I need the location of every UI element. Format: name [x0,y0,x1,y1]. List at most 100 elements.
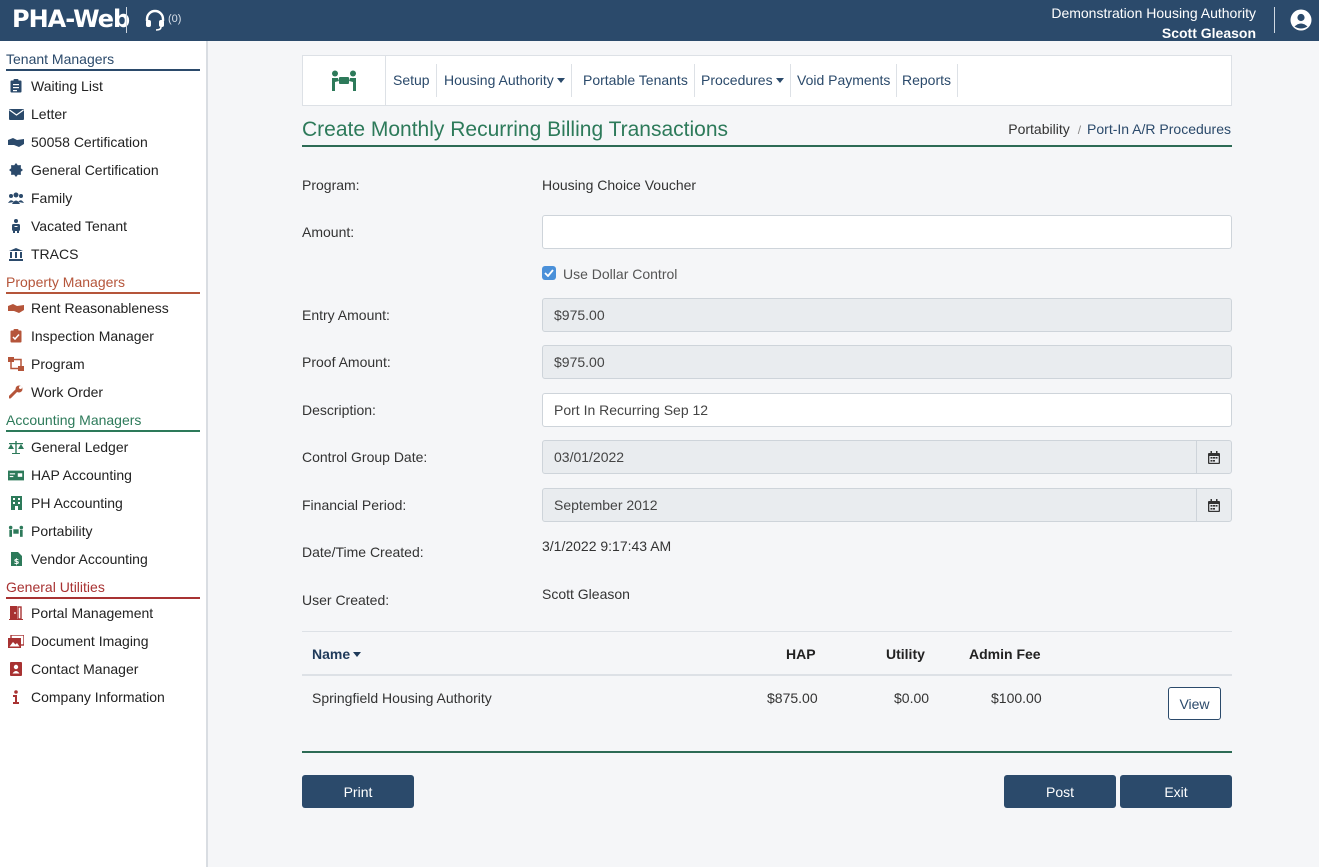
nav-housing-authority[interactable]: Housing Authority [438,64,572,97]
sidebar-item-label: General Ledger [31,439,129,455]
handshake-icon [8,300,24,316]
nav-label: Setup [393,72,430,88]
sidebar-item-label: Document Imaging [31,633,149,649]
sidebar-item-label: Vacated Tenant [31,218,128,234]
sidebar-item-letter[interactable]: Letter [8,103,198,125]
sidebar-item-vacated-tenant[interactable]: Vacated Tenant [8,215,198,237]
control-group-date-calendar-button[interactable] [1196,440,1232,474]
table-bottom-divider [302,751,1232,753]
sidebar-item-vendor-accounting[interactable]: $ Vendor Accounting [8,548,198,570]
entry-amount-label: Entry Amount: [302,307,390,323]
breadcrumb-portability[interactable]: Portability [1008,121,1069,137]
sidebar-item-label: Vendor Accounting [31,551,148,567]
amount-input[interactable] [542,215,1232,249]
title-divider [302,145,1232,147]
print-button[interactable]: Print [302,775,414,808]
post-button[interactable]: Post [1004,775,1116,808]
door-open-icon [8,605,24,621]
nav-void-payments[interactable]: Void Payments [791,64,898,97]
calendar-icon [1208,450,1220,464]
breadcrumb-current[interactable]: Port-In A/R Procedures [1087,121,1231,137]
headset-icon[interactable] [143,8,167,32]
sidebar-item-family[interactable]: Family [8,187,198,209]
sort-caret-icon [353,651,362,657]
sidebar-item-general-ledger[interactable]: General Ledger [8,436,198,458]
entry-amount-field: $975.00 [542,298,1232,332]
nav-label: Housing Authority [444,72,554,88]
app-logo[interactable]: PHA-Web [12,5,130,33]
address-book-icon [8,661,24,677]
breadcrumb: Portability / Port-In A/R Procedures [1008,121,1231,137]
date-created-value: 3/1/2022 9:17:43 AM [542,538,672,554]
sidebar-item-label: General Certification [31,162,159,178]
org-info: Demonstration Housing Authority Scott Gl… [1051,3,1256,43]
sidebar-item-hap-accounting[interactable]: HAP Accounting [8,464,198,486]
sidebar-item-waiting-list[interactable]: Waiting List [8,75,198,97]
top-divider [126,7,127,33]
table-header-divider [302,674,1232,676]
users-icon [8,190,24,206]
checkmark-icon [544,269,554,277]
financial-period-calendar-button[interactable] [1196,488,1232,522]
date-created-label: Date/Time Created: [302,544,424,560]
sidebar-item-contact-manager[interactable]: Contact Manager [8,658,198,680]
user-name: Scott Gleason [1161,25,1256,41]
support-count: (0) [168,13,182,25]
sidebar-item-company-information[interactable]: Company Information [8,686,198,708]
people-carry-icon [8,523,24,539]
view-button[interactable]: View [1168,687,1221,720]
nav-portable-tenants[interactable]: Portable Tenants [577,64,695,97]
table-top-border [302,631,1232,632]
sidebar-item-work-order[interactable]: Work Order [8,381,198,403]
sidebar-item-50058-certification[interactable]: 50058 Certification [8,131,198,153]
column-header-utility: Utility [886,646,925,662]
nav-setup[interactable]: Setup [387,64,437,97]
nav-reports[interactable]: Reports [896,64,959,97]
use-dollar-control-label[interactable]: Use Dollar Control [563,266,677,282]
nav-procedures[interactable]: Procedures [695,64,791,97]
sidebar-item-label: Program [31,356,85,372]
sidebar-item-portability[interactable]: Portability [8,520,198,542]
people-carry-icon [332,70,356,91]
sitemap-icon [8,356,24,372]
sidebar-item-label: Waiting List [31,78,103,94]
column-header-label: Name [312,646,351,662]
sidebar-item-portal-management[interactable]: Portal Management [8,602,198,624]
caret-down-icon [775,77,784,83]
money-bill-icon [8,467,24,483]
building-icon [8,495,24,511]
control-group-date-field: 03/01/2022 [542,440,1197,474]
amount-label: Amount: [302,224,355,240]
bank-icon [8,246,24,262]
sidebar-item-tracs[interactable]: TRACS [8,243,198,265]
user-circle-icon[interactable] [1290,9,1312,31]
exit-button[interactable]: Exit [1120,775,1232,808]
envelope-icon [8,106,24,122]
control-group-date-label: Control Group Date: [302,449,428,465]
column-header-name[interactable]: Name [312,646,362,662]
portability-logo[interactable] [303,56,386,105]
sidebar-item-label: Portal Management [31,605,154,621]
column-header-hap: HAP [786,646,816,662]
org-name: Demonstration Housing Authority [1051,5,1256,21]
section-general-utilities: General Utilities [6,579,200,599]
top-bar: PHA-Web (0) Demonstration Housing Author… [0,0,1319,41]
page-title: Create Monthly Recurring Billing Transac… [302,118,729,141]
description-input[interactable]: Port In Recurring Sep 12 [542,393,1232,427]
sidebar-item-rent-reasonableness[interactable]: Rent Reasonableness [8,297,198,319]
file-invoice-dollar-icon: $ [8,551,24,567]
calendar-icon [1208,498,1220,512]
sidebar-item-document-imaging[interactable]: Document Imaging [8,630,198,652]
cell-name: Springfield Housing Authority [312,690,492,706]
sidebar-item-label: Letter [31,106,67,122]
clipboard-check-icon [8,328,24,344]
sidebar-item-program[interactable]: Program [8,353,198,375]
sidebar-item-general-certification[interactable]: General Certification [8,159,198,181]
sidebar-item-inspection-manager[interactable]: Inspection Manager [8,325,198,347]
handshake-icon [8,134,24,150]
program-value: Housing Choice Voucher [542,177,697,193]
program-label: Program: [302,177,360,193]
nav-label: Void Payments [797,72,891,88]
sidebar-item-ph-accounting[interactable]: PH Accounting [8,492,198,514]
use-dollar-control-checkbox[interactable] [542,266,556,280]
